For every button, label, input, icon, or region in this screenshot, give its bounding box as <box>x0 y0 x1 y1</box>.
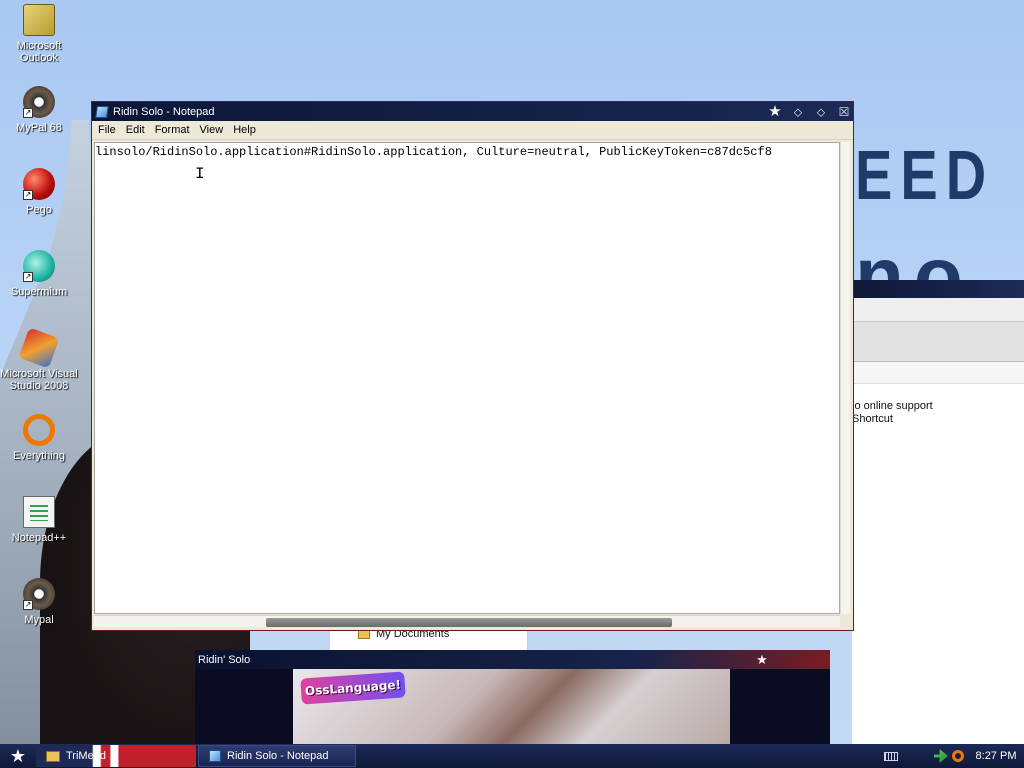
desktop-icon-label: Everything <box>13 450 65 462</box>
menu-file[interactable]: File <box>93 121 121 140</box>
desktop-icon-supermium[interactable]: ↗ Supermium <box>0 250 78 298</box>
ridin-solo-window[interactable]: Ridin' Solo ★ OssLanguage! <box>195 650 830 750</box>
desktop-icon-mypal68[interactable]: ↗ MyPal 68 <box>0 86 78 134</box>
desktop-icon-outlook[interactable]: Microsoft Outlook <box>0 4 78 64</box>
explorer-column-header[interactable] <box>852 362 1024 384</box>
desktop-icon-everything[interactable]: Everything <box>0 414 78 462</box>
network-icon[interactable] <box>934 749 948 763</box>
shortcut-arrow-icon: ↗ <box>23 272 33 282</box>
desktop-icon-pego[interactable]: ↗ Pego <box>0 168 78 216</box>
star-icon: ★ <box>9 745 27 766</box>
desktop-icon-label: Microsoft Visual Studio 2008 <box>0 368 78 392</box>
close-icon[interactable]: ☒ <box>835 103 853 121</box>
window-title: Ridin' Solo <box>198 653 251 666</box>
quick-launch-folder[interactable]: TriMeed <box>36 745 196 767</box>
explorer-toolbar[interactable] <box>852 322 1024 362</box>
background-explorer-window[interactable]: lo online support Shortcut <box>852 280 1024 750</box>
maximize-icon[interactable]: ⬦ <box>812 103 830 121</box>
notepad-text-area[interactable]: linsolo/RidinSolo.application#RidinSolo.… <box>94 142 840 614</box>
notepad-window[interactable]: Ridin Solo - Notepad ★ ⬦ ⬦ ☒ File Edit F… <box>91 101 854 631</box>
desktop-icon-label: MyPal 68 <box>16 122 62 134</box>
window-title: Ridin Solo - Notepad <box>113 105 215 118</box>
vertical-scrollbar[interactable] <box>840 142 850 614</box>
minimize-icon[interactable]: ⬦ <box>789 103 807 121</box>
menu-format[interactable]: Format <box>150 121 195 140</box>
text-cursor-icon: I <box>195 165 205 183</box>
star-icon[interactable]: ★ <box>766 103 784 121</box>
horizontal-scroll-thumb[interactable] <box>266 618 672 627</box>
video-overlay-logo: OssLanguage! <box>300 671 406 705</box>
notepadpp-icon <box>23 496 55 528</box>
desktop-icon-label: Pego <box>26 204 52 216</box>
desktop-icon-label: Supermium <box>10 286 68 298</box>
desktop-icon-label: Mypal <box>24 614 54 626</box>
keyboard-icon[interactable] <box>884 751 898 761</box>
notepad-menubar: File Edit Format View Help <box>92 121 853 140</box>
notepad-app-icon <box>209 750 221 762</box>
quick-launch-label: TriMeed <box>66 750 106 762</box>
explorer-list-item[interactable]: lo online support <box>852 400 1024 413</box>
notepad-app-icon[interactable] <box>95 105 109 118</box>
menu-view[interactable]: View <box>195 121 229 140</box>
clock[interactable]: 8:27 PM <box>968 750 1024 762</box>
taskbar-button-label: Ridin Solo - Notepad <box>227 750 329 762</box>
supermium-icon: ↗ <box>23 250 55 282</box>
shortcut-arrow-icon: ↗ <box>23 600 33 610</box>
menu-help[interactable]: Help <box>228 121 261 140</box>
wallpaper-text-1: EED <box>855 136 995 214</box>
text-line[interactable]: linsolo/RidinSolo.application#RidinSolo.… <box>95 143 839 159</box>
everything-icon <box>23 414 55 446</box>
start-button[interactable]: ★ <box>0 744 36 768</box>
shortcut-arrow-icon: ↗ <box>23 190 33 200</box>
star-icon[interactable]: ★ <box>754 652 770 668</box>
pego-icon: ↗ <box>23 168 55 200</box>
desktop-icon-visual-studio[interactable]: Microsoft Visual Studio 2008 <box>0 327 78 392</box>
mypal-icon: ↗ <box>23 578 55 610</box>
desktop-icon-label: Notepad++ <box>11 532 67 544</box>
outlook-icon <box>23 4 55 36</box>
mypal-icon: ↗ <box>23 86 55 118</box>
desktop-icon-mypal[interactable]: ↗ Mypal <box>0 578 78 626</box>
search-icon[interactable] <box>952 750 964 762</box>
notepad-titlebar[interactable]: Ridin Solo - Notepad ★ ⬦ ⬦ ☒ <box>92 102 853 121</box>
taskbar: ★ TriMeed Ridin Solo - Notepad 8:27 PM <box>0 744 1024 768</box>
explorer-list-item[interactable]: Shortcut <box>852 413 1024 426</box>
explorer-menubar[interactable] <box>852 298 1024 322</box>
desktop-icon-notepadpp[interactable]: Notepad++ <box>0 496 78 544</box>
folder-icon <box>46 750 60 762</box>
explorer-titlebar[interactable] <box>852 280 1024 298</box>
video-frame[interactable]: OssLanguage! <box>293 669 730 750</box>
horizontal-scrollbar[interactable] <box>94 615 840 627</box>
shortcut-arrow-icon: ↗ <box>23 108 33 118</box>
taskbar-button-notepad[interactable]: Ridin Solo - Notepad <box>198 745 356 767</box>
desktop-icon-label: Microsoft Outlook <box>16 40 62 64</box>
ridin-solo-titlebar[interactable]: Ridin' Solo ★ <box>195 650 830 669</box>
wallpaper-text-2: no <box>855 231 973 282</box>
menu-edit[interactable]: Edit <box>121 121 150 140</box>
visual-studio-icon <box>18 327 60 369</box>
